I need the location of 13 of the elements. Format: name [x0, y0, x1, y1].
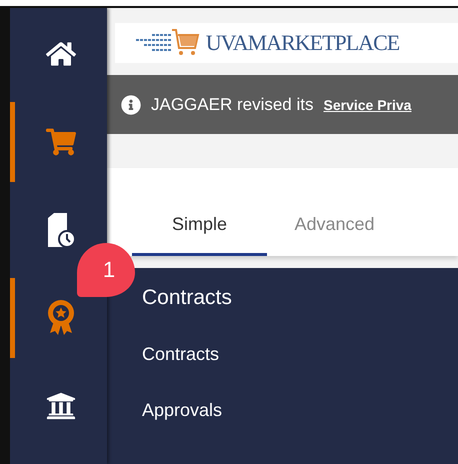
- document-clock-icon[interactable]: [46, 212, 76, 248]
- bank-icon[interactable]: [46, 391, 76, 421]
- logo-text: UVAMARKETPLACE: [206, 30, 400, 56]
- notice-text: JAGGAER revised its: [151, 94, 314, 114]
- menu-item[interactable]: Approvals: [142, 400, 458, 421]
- service-link[interactable]: Service Priva: [324, 96, 412, 112]
- tab[interactable]: Advanced: [267, 196, 402, 256]
- award-ribbon-icon[interactable]: [47, 299, 75, 337]
- tab[interactable]: Simple: [132, 196, 267, 256]
- info-icon: [121, 94, 141, 114]
- cart-icon[interactable]: [46, 127, 76, 157]
- menu-heading: Contracts: [142, 286, 233, 310]
- menu-item[interactable]: Contracts: [142, 344, 458, 365]
